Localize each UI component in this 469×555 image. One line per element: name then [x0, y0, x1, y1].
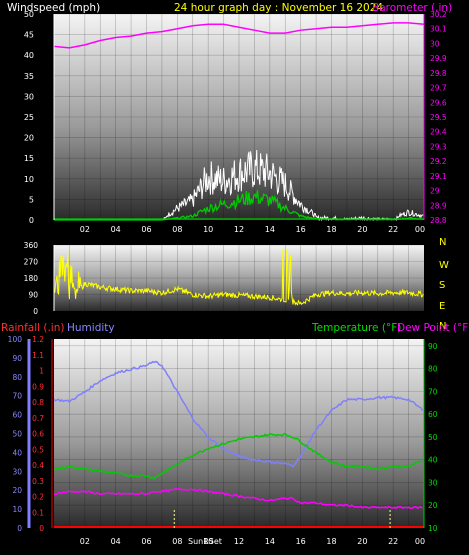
x-tick-wind: 14 [265, 225, 275, 234]
humidity-axis-tick: 50 [12, 430, 22, 439]
x-tick-climate: 02 [80, 537, 90, 546]
rainfall-axis-tick: 0.6 [32, 430, 44, 439]
direction-axis-tick: 270 [24, 258, 39, 267]
dewpoint-legend: Dew Point (°F) [397, 322, 469, 334]
temperature-axis-tick: 30 [428, 478, 438, 487]
rainfall-axis-tick: 0.5 [32, 445, 44, 454]
sunrise-sunset-label: SunRSet [188, 537, 222, 546]
x-tick-climate: 22 [388, 537, 398, 546]
compass-label: N [439, 237, 446, 248]
temperature-axis-tick: 80 [428, 365, 438, 374]
temperature-legend: Temperature (°F) [311, 322, 401, 334]
temperature-axis-tick: 50 [428, 433, 438, 442]
wind-axis-tick: 5 [29, 195, 34, 204]
barometer-axis-tick: 29.1 [430, 172, 447, 181]
x-tick-climate: 20 [357, 537, 367, 546]
humidity-axis-tick: 60 [12, 411, 22, 420]
temperature-axis-tick: 60 [428, 410, 438, 419]
barometer-axis-tick: 30.1 [430, 25, 447, 34]
barometer-axis-tick: 29.6 [430, 98, 447, 107]
humidity-axis-tick: 90 [12, 354, 22, 363]
temperature-axis-tick: 70 [428, 387, 438, 396]
x-tick-wind: 10 [203, 225, 213, 234]
compass-label: E [439, 301, 445, 312]
barometer-axis-tick: 29.4 [430, 128, 447, 137]
humidity-axis-tick: 100 [8, 335, 23, 344]
weather-graph: Windspeed (mph) 24 hour graph day : Nove… [1, 2, 469, 546]
x-tick-wind: 12 [234, 225, 244, 234]
humidity-legend: Humidity [67, 322, 115, 334]
wind-axis-tick: 40 [24, 51, 34, 60]
x-tick-climate: 16 [296, 537, 306, 546]
wind-title: Windspeed (mph) [7, 2, 100, 14]
barometer-axis-tick: 29.7 [430, 84, 447, 93]
rainfall-axis-tick: 0.8 [32, 398, 44, 407]
direction-axis-tick: 180 [24, 274, 39, 283]
barometer-axis-tick: 30.2 [430, 10, 447, 19]
wind-axis-tick: 50 [24, 10, 34, 19]
x-tick-wind: 02 [80, 225, 90, 234]
x-tick-wind: 16 [296, 225, 306, 234]
rainfall-axis-tick: 0.2 [32, 493, 44, 502]
temperature-axis-tick: 20 [428, 501, 438, 510]
x-tick-wind: 08 [172, 225, 182, 234]
x-tick-climate: 12 [234, 537, 244, 546]
barometer-axis-tick: 29.3 [430, 142, 447, 151]
temperature-axis-tick: 10 [428, 524, 438, 533]
x-tick-wind: 04 [111, 225, 121, 234]
rainfall-axis-tick: 0.4 [32, 461, 44, 470]
compass-label: W [439, 260, 449, 271]
barometer-axis-tick: 29.5 [430, 113, 447, 122]
wind-axis-tick: 25 [24, 113, 34, 122]
rainfall-axis-tick: 1 [39, 367, 44, 376]
rainfall-axis-tick: 1.2 [32, 335, 44, 344]
rainfall-axis-tick: 1.1 [32, 351, 44, 360]
barometer-axis-tick: 28.8 [430, 216, 447, 225]
wind-axis-tick: 30 [24, 92, 34, 101]
wind-axis-tick: 0 [29, 216, 34, 225]
wind-axis-tick: 15 [24, 154, 34, 163]
x-tick-wind: 18 [326, 225, 336, 234]
x-tick-climate: 06 [141, 537, 151, 546]
humidity-axis-tick: 20 [12, 486, 22, 495]
rainfall-axis-tick: 0.7 [32, 414, 44, 423]
barometer-axis-tick: 28.9 [430, 201, 447, 210]
wind-axis-tick: 20 [24, 134, 34, 143]
direction-axis-tick: 360 [24, 241, 39, 250]
x-tick-climate: 14 [265, 537, 275, 546]
barometer-axis-tick: 30 [430, 39, 440, 48]
direction-axis-tick: 90 [28, 291, 38, 300]
compass-label: S [439, 280, 445, 291]
barometer-axis-tick: 29 [430, 187, 440, 196]
x-tick-wind: 20 [357, 225, 367, 234]
x-tick-climate: 04 [111, 537, 121, 546]
x-tick-climate: 18 [326, 537, 336, 546]
graph-date-title: 24 hour graph day : November 16 2024 [174, 2, 383, 14]
x-tick-wind: 22 [388, 225, 398, 234]
humidity-axis-tick: 70 [12, 392, 22, 401]
humidity-axis-tick: 40 [12, 448, 22, 457]
x-tick-climate: 08 [172, 537, 182, 546]
humidity-axis-tick: 80 [12, 373, 22, 382]
x-tick-wind: 06 [141, 225, 151, 234]
barometer-axis-tick: 29.8 [430, 69, 447, 78]
x-tick-climate: 00 [415, 537, 425, 546]
barometer-axis-tick: 29.2 [430, 157, 447, 166]
humidity-axis-tick: 10 [12, 505, 22, 514]
rainfall-axis-tick: 0.3 [32, 477, 44, 486]
rainfall-legend: Rainfall (.in) [1, 322, 64, 334]
temperature-axis-tick: 90 [428, 342, 438, 351]
barometer-axis-tick: 29.9 [430, 54, 447, 63]
x-tick-wind: 00 [415, 225, 425, 234]
rainfall-axis-tick: 0.1 [32, 508, 44, 517]
rainfall-axis-tick: 0.9 [32, 382, 44, 391]
direction-axis-tick: 0 [33, 307, 38, 316]
humidity-axis-tick: 0 [17, 524, 22, 533]
wind-axis-tick: 45 [24, 31, 34, 40]
humidity-axis-tick: 30 [12, 467, 22, 476]
rainfall-axis-tick: 0 [39, 524, 44, 533]
temperature-axis-tick: 40 [428, 456, 438, 465]
wind-axis-tick: 10 [24, 175, 34, 184]
wind-axis-tick: 35 [24, 72, 34, 81]
